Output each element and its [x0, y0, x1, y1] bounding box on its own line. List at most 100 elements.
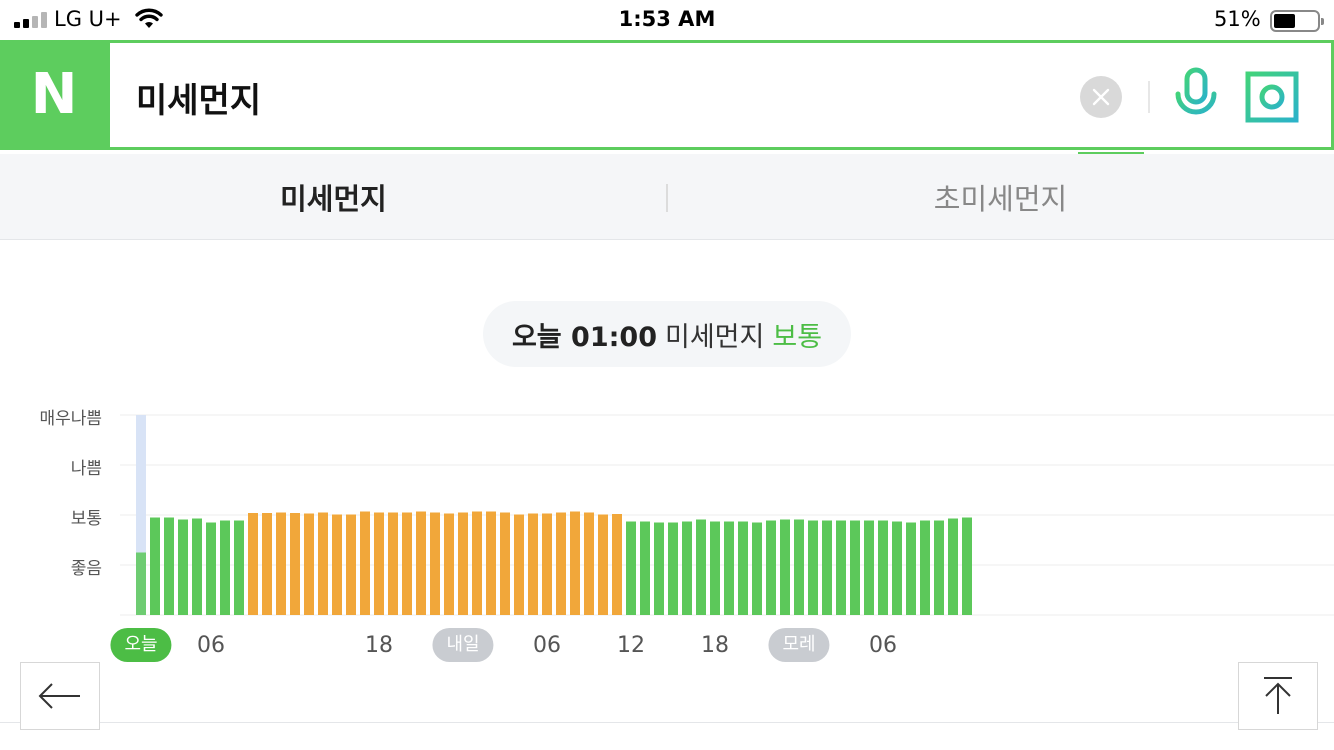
chart-bar[interactable]	[612, 514, 622, 615]
chart-bar[interactable]	[206, 522, 216, 616]
image-search-button[interactable]	[1244, 70, 1300, 124]
chart-bar[interactable]	[724, 521, 734, 616]
chart-bar[interactable]	[920, 520, 930, 616]
chart-bar[interactable]	[318, 512, 328, 616]
voice-search-button[interactable]	[1170, 67, 1222, 127]
dust-type-tabs: 미세먼지 초미세먼지	[0, 152, 1334, 240]
chart-bar[interactable]	[640, 521, 650, 616]
chart-bar[interactable]	[178, 519, 188, 616]
day-badge: 모레	[768, 628, 830, 662]
chart-bar[interactable]	[444, 513, 454, 616]
tab-fine-dust[interactable]: 미세먼지	[0, 154, 667, 240]
chart-bar[interactable]	[808, 520, 818, 616]
chart-bar[interactable]	[626, 521, 636, 616]
chart-bar[interactable]	[836, 520, 846, 616]
chart-bar[interactable]	[276, 512, 286, 616]
search-box[interactable]: 미세먼지	[110, 43, 1331, 147]
chart-bar[interactable]	[500, 512, 510, 616]
chart-bar[interactable]	[374, 512, 384, 616]
chart-bar[interactable]	[192, 518, 202, 616]
chart-bar[interactable]	[654, 522, 664, 616]
x-tick-label: 18	[365, 633, 393, 658]
chart-bar[interactable]	[332, 514, 342, 616]
chart-bar[interactable]	[248, 513, 258, 615]
status-time: 오늘 01:00	[511, 321, 657, 353]
close-icon	[1092, 88, 1110, 106]
naver-logo[interactable]: N	[0, 40, 108, 150]
x-tick-label: 06	[197, 633, 225, 658]
tab-ultrafine-dust[interactable]: 초미세먼지	[667, 154, 1334, 240]
chart-bar[interactable]	[598, 514, 608, 616]
chart-bar[interactable]	[696, 519, 706, 616]
y-tick-label: 나쁨	[70, 459, 102, 479]
status-pollutant: 미세먼지	[664, 321, 765, 353]
x-tick-label: 06	[533, 633, 561, 658]
y-tick-label: 보통	[70, 509, 102, 529]
chart-bar[interactable]	[136, 552, 146, 616]
chart-bar[interactable]	[472, 511, 482, 616]
chart-bar[interactable]	[290, 513, 300, 615]
chart-bar[interactable]	[934, 520, 944, 616]
chart-bar[interactable]	[738, 521, 748, 616]
chart-bar[interactable]	[514, 514, 524, 616]
status-bar: LG U+ 1:53 AM 51%	[0, 0, 1334, 40]
day-badge: 내일	[432, 628, 494, 662]
y-tick-label: 좋음	[70, 559, 102, 579]
chart-bar[interactable]	[794, 519, 804, 616]
x-tick-label: 06	[869, 633, 897, 658]
camera-lens-icon	[1245, 71, 1299, 123]
chart-bar[interactable]	[234, 520, 244, 616]
search-input[interactable]: 미세먼지	[136, 73, 261, 122]
current-status-pill: 오늘 01:00 미세먼지 보통	[483, 301, 851, 367]
chart-bar[interactable]	[850, 520, 860, 616]
y-tick-label: 매우나쁨	[39, 409, 102, 429]
chart-bar[interactable]	[528, 513, 538, 616]
bottom-divider	[0, 722, 1334, 723]
x-tick-label: 12	[617, 633, 645, 658]
chart-bar[interactable]	[542, 513, 552, 616]
chart-bar[interactable]	[416, 511, 426, 616]
chart-bar[interactable]	[570, 511, 580, 616]
search-divider	[1148, 81, 1150, 113]
chart-bar[interactable]	[822, 520, 832, 616]
arrow-up-to-top-icon	[1264, 677, 1292, 714]
chart-bar[interactable]	[766, 520, 776, 616]
scroll-to-top-button[interactable]	[1238, 662, 1318, 730]
chart-bar[interactable]	[346, 514, 356, 616]
chart-bar[interactable]	[780, 519, 790, 616]
chart-bar[interactable]	[402, 512, 412, 616]
chart-bar[interactable]	[458, 512, 468, 616]
chart-bar[interactable]	[556, 512, 566, 616]
search-header: N 미세먼지	[0, 40, 1334, 150]
chart-bar[interactable]	[710, 521, 720, 616]
chart-bar[interactable]	[388, 512, 398, 616]
chart-bar[interactable]	[878, 520, 888, 616]
chart-bar[interactable]	[668, 522, 678, 616]
chart-bar[interactable]	[682, 521, 692, 616]
back-button[interactable]	[20, 662, 100, 730]
chart-bar[interactable]	[304, 513, 314, 616]
chart-bar[interactable]	[962, 517, 972, 616]
day-badge: 오늘	[110, 628, 172, 662]
clear-search-button[interactable]	[1080, 76, 1122, 118]
chart-bar[interactable]	[948, 518, 958, 616]
x-tick-label: 18	[701, 633, 729, 658]
status-grade: 보통	[772, 321, 823, 353]
dust-forecast-chart: 매우나쁨 나쁨 보통 좋음 오늘 06 18 내일 06 12 18 모레 06	[0, 395, 1334, 675]
chart-bar[interactable]	[906, 522, 916, 616]
chart-bar[interactable]	[584, 512, 594, 616]
chart-bar[interactable]	[150, 517, 160, 616]
arrow-left-icon	[38, 683, 80, 709]
chart-bar[interactable]	[360, 511, 370, 616]
logo-letter: N	[30, 62, 78, 127]
chart-bar[interactable]	[262, 513, 272, 615]
battery-icon	[1270, 10, 1324, 32]
chart-bar[interactable]	[752, 522, 762, 616]
chart-bar[interactable]	[164, 517, 174, 616]
chart-bar[interactable]	[430, 512, 440, 616]
chart-bar[interactable]	[220, 520, 230, 616]
chart-bar[interactable]	[892, 521, 902, 616]
chart-bar[interactable]	[864, 520, 874, 616]
chart-bar[interactable]	[486, 511, 496, 616]
clock: 1:53 AM	[618, 7, 716, 31]
